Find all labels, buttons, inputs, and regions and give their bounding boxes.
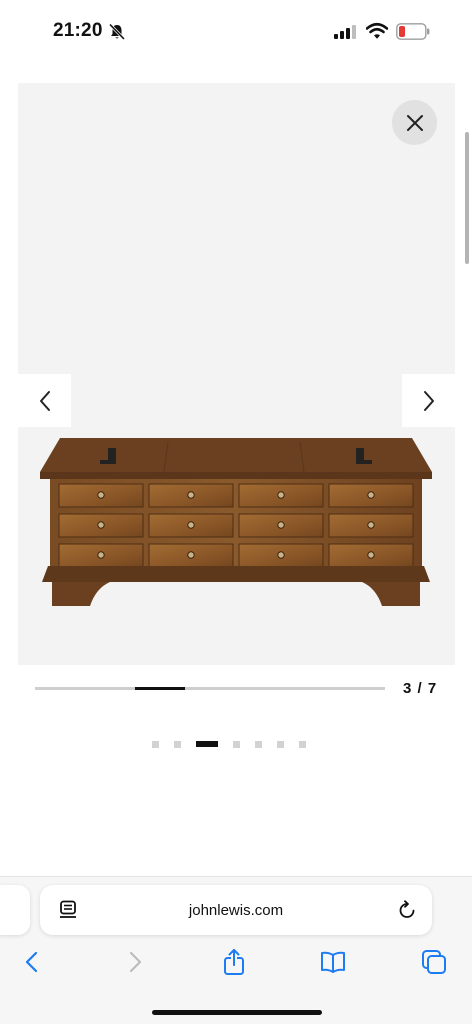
gallery-dot[interactable] [255,740,262,748]
back-icon[interactable] [19,948,47,976]
image-counter: 3 / 7 [403,680,438,697]
gallery-dot[interactable] [277,740,284,748]
chevron-right-icon [423,390,434,411]
reload-icon[interactable] [397,900,417,920]
bell-slash-icon [108,23,126,41]
share-icon[interactable] [220,948,248,976]
chevron-left-icon [39,390,50,411]
forward-icon[interactable] [120,948,148,976]
gallery-dot[interactable] [299,740,306,748]
close-icon [406,114,423,131]
gallery-dot-active[interactable] [196,741,218,747]
previous-tab-address-bar[interactable] [0,885,30,935]
home-indicator [152,1010,322,1015]
next-image-button[interactable] [402,374,455,427]
url-text: johnlewis.com [188,902,284,919]
gallery-progress-bar [35,687,385,690]
product-image [40,438,432,606]
bookmarks-icon[interactable] [319,948,347,976]
gallery-dot[interactable] [152,740,159,748]
gallery-dots [152,740,321,748]
cellular-signal-icon [334,25,356,39]
gallery-progress-fill [135,687,185,690]
tabs-icon[interactable] [420,948,448,976]
address-bar[interactable]: johnlewis.com [40,885,432,935]
battery-low-icon [396,23,430,40]
page-scrollbar[interactable] [465,132,469,264]
status-time: 21:20 [53,20,103,41]
gallery-dot[interactable] [174,740,181,748]
previous-image-button[interactable] [18,374,71,427]
status-bar: 21:20 [0,0,472,62]
gallery-dot[interactable] [233,740,240,748]
close-button[interactable] [392,100,437,145]
wifi-icon [366,22,388,39]
